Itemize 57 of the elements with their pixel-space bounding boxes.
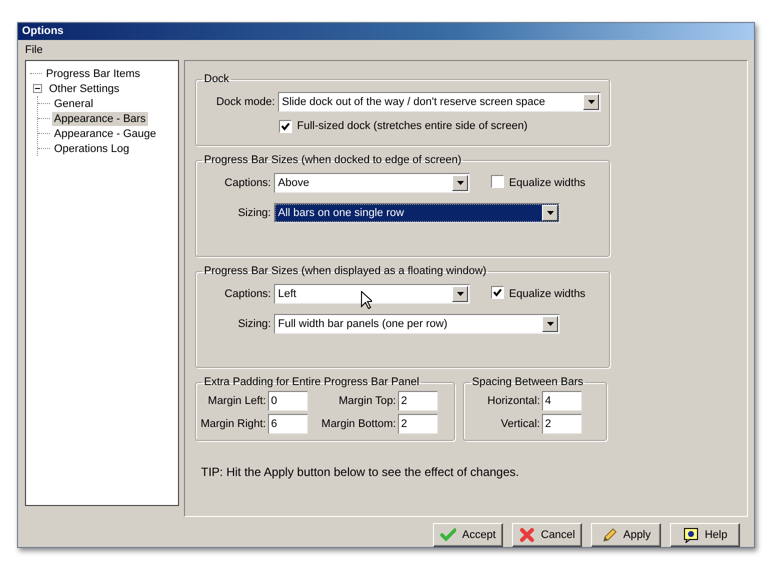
dropdown-arrow-icon [588,100,594,104]
field-label: Sizing: [236,206,271,221]
field-label: Dock mode: [215,94,275,110]
check-icon [493,288,502,297]
field-label: Margin Top: [338,394,396,409]
input-field[interactable]: 6 [268,414,308,434]
field-label: Captions: [224,286,271,302]
field-label: Sizing: [236,316,271,332]
field-label: Horizontal: [487,394,540,409]
field-label: Vertical: [500,416,540,432]
checkbox-label: Full-sized dock (stretches entire side of screen) [297,119,528,134]
dialog-button[interactable]: Accept [433,523,503,547]
input-field[interactable]: 4 [542,391,582,411]
dropdown[interactable]: All bars on one single row [274,203,560,223]
check-icon [440,527,456,543]
cross-icon [518,527,535,543]
tree-item[interactable]: Appearance - Gauge [52,126,158,140]
dropdown-arrow-icon [456,181,464,185]
dropdown[interactable]: Slide dock out of the way / don't reserve screen space [278,92,601,112]
input-field[interactable]: 2 [398,391,438,411]
menu-item[interactable]: File [25,42,43,56]
tip-text: TIP: Hit the Apply button below to see the effect of changes. [201,464,520,481]
dropdown[interactable]: Full width bar panels (one per row) [274,314,560,334]
dialog-button[interactable]: Help [670,523,740,547]
input-field[interactable]: 2 [542,414,582,434]
checkbox-label: Equalize widths [509,286,586,302]
field-label: Margin Right: [200,416,266,432]
field-label: Captions: [224,176,271,191]
group-title: Dock [203,72,230,86]
checkbox[interactable] [491,286,504,299]
group-title: Progress Bar Sizes (when displayed as a floating window) [203,264,488,278]
tree-item[interactable]: Appearance - Bars [52,112,148,126]
dropdown-arrow-icon [546,322,554,326]
group-title: Progress Bar Sizes (when docked to edge of screen) [203,153,462,167]
dropdown[interactable]: Above [274,173,470,193]
dialog-button[interactable]: Cancel [512,523,582,547]
check-icon [281,122,290,131]
dropdown-arrow-icon [456,292,464,296]
checkbox[interactable] [491,174,504,188]
window-title: Options [18,23,754,40]
dropdown-arrow-icon [546,211,554,215]
tree-item[interactable]: Progress Bar Items [44,66,142,80]
group-title: Spacing Between Bars [471,375,584,389]
tree-item[interactable]: Operations Log [52,142,132,156]
field-label: Margin Left: [208,394,266,409]
checkbox[interactable] [279,120,292,133]
field-label: Margin Bottom: [321,416,396,432]
tree-item[interactable]: General [52,96,96,110]
checkbox-label: Equalize widths [509,176,586,191]
pencil-icon [601,527,618,543]
tree-item[interactable]: Other Settings [47,82,122,96]
dialog-button[interactable]: Apply [591,523,661,547]
input-field[interactable]: 2 [398,414,438,434]
cursor-icon [361,291,372,310]
input-field[interactable]: 0 [268,391,308,411]
help-icon [682,527,699,543]
group-title: Extra Padding for Entire Progress Bar Panel [203,375,420,389]
